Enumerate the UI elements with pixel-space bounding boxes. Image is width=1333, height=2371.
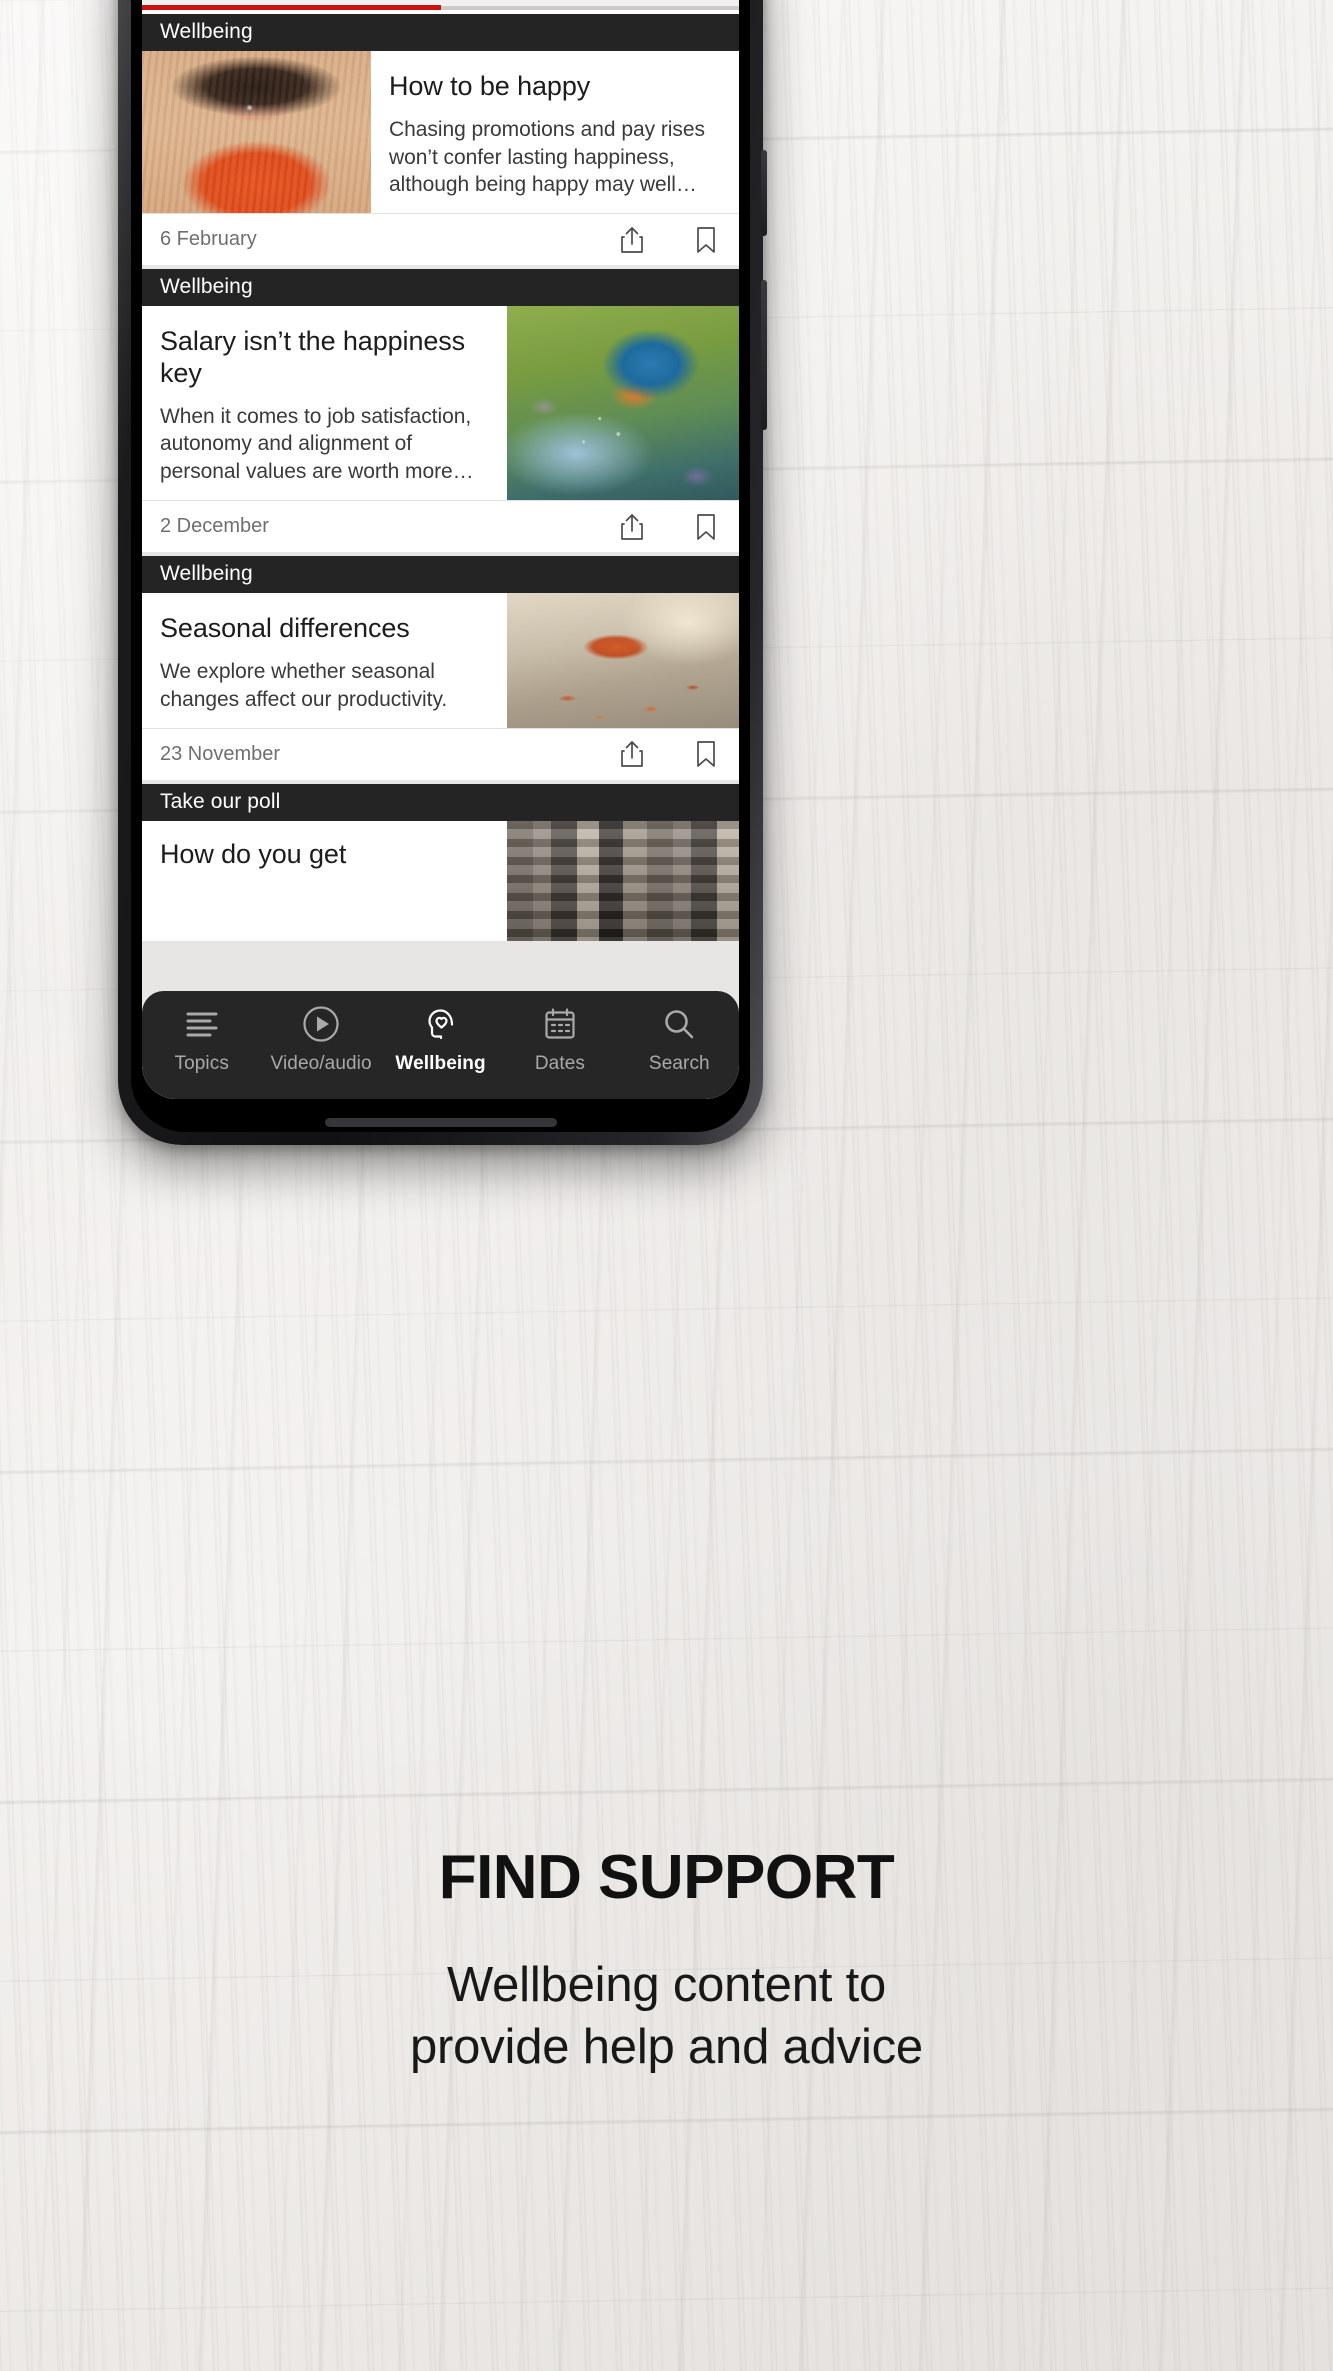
bottom-navigation-bar: Topics Video/audio Wellbeing Dates Searc… xyxy=(142,991,739,1099)
autumn-leaf-photo xyxy=(507,593,739,728)
article-kicker: Wellbeing xyxy=(142,556,739,594)
nav-label-video-audio: Video/audio xyxy=(270,1053,372,1074)
article-card[interactable]: Wellbeing Salary isn’t the happiness key… xyxy=(142,269,739,553)
footer-subtitle: Wellbeing content to provide help and ad… xyxy=(60,1954,1273,2078)
article-standfirst: When it comes to job satisfaction, auton… xyxy=(160,404,474,484)
article-kicker: Wellbeing xyxy=(142,14,739,51)
article-meta-row: 23 November xyxy=(142,727,739,780)
marketing-footer: FIND SUPPORT Wellbeing content to provid… xyxy=(0,1845,1333,2079)
phone-screen: Wellbeing Puzzles Wellbeing How to be ha… xyxy=(142,0,739,1099)
bookmark-icon[interactable] xyxy=(691,224,721,256)
article-standfirst: We explore whether seasonal changes affe… xyxy=(160,659,448,711)
phone-mockup: Wellbeing Puzzles Wellbeing How to be ha… xyxy=(118,0,767,1145)
poll-card[interactable]: Take our poll How do you get xyxy=(142,783,739,941)
topics-icon xyxy=(185,1003,219,1045)
article-card[interactable]: Wellbeing How to be happy Chasing promot… xyxy=(142,14,739,266)
nav-label-wellbeing: Wellbeing xyxy=(395,1053,486,1074)
article-date: 2 December xyxy=(160,515,269,538)
nav-item-video-audio[interactable]: Video/audio xyxy=(261,1003,380,1075)
power-button[interactable] xyxy=(761,150,767,236)
kingfisher-photo xyxy=(507,306,739,501)
poll-headline[interactable]: How do you get xyxy=(160,839,485,871)
poll-kicker: Take our poll xyxy=(142,783,739,821)
play-icon xyxy=(302,1003,340,1045)
volume-button[interactable] xyxy=(761,280,767,430)
wellbeing-icon xyxy=(422,1003,460,1045)
top-tab-bar: Wellbeing Puzzles xyxy=(142,0,739,10)
home-indicator xyxy=(324,1118,557,1127)
article-card[interactable]: Wellbeing Seasonal differences We explor… xyxy=(142,556,739,780)
smiling-woman-photo xyxy=(142,51,371,214)
share-icon[interactable] xyxy=(617,224,647,256)
active-tab-indicator xyxy=(142,5,441,10)
article-date: 23 November xyxy=(160,742,281,765)
article-date: 6 February xyxy=(160,228,257,251)
article-standfirst: Chasing promotions and pay rises won’t c… xyxy=(389,117,705,197)
article-headline[interactable]: Seasonal differences xyxy=(160,613,485,645)
footer-title: FIND SUPPORT xyxy=(438,1843,895,1912)
nav-label-search: Search xyxy=(648,1053,710,1074)
calendar-icon xyxy=(543,1003,577,1045)
article-meta-row: 2 December xyxy=(142,500,739,553)
nav-label-topics: Topics xyxy=(174,1053,229,1074)
share-icon[interactable] xyxy=(617,738,647,770)
hats-photo xyxy=(507,820,739,941)
share-icon[interactable] xyxy=(617,511,647,543)
nav-item-dates[interactable]: Dates xyxy=(500,1003,619,1075)
nav-item-search[interactable]: Search xyxy=(620,1003,739,1075)
article-headline[interactable]: How to be happy xyxy=(389,71,717,103)
bookmark-icon[interactable] xyxy=(691,738,721,770)
footer-subtitle-line-1: Wellbeing content to xyxy=(446,1958,887,2013)
nav-item-wellbeing[interactable]: Wellbeing xyxy=(381,1003,500,1075)
article-kicker: Wellbeing xyxy=(142,269,739,307)
tab-puzzles[interactable]: Puzzles xyxy=(441,0,740,6)
nav-item-topics[interactable]: Topics xyxy=(142,1003,261,1075)
search-icon xyxy=(662,1003,696,1045)
article-meta-row: 6 February xyxy=(142,213,739,266)
bookmark-icon[interactable] xyxy=(691,511,721,543)
footer-subtitle-line-2: provide help and advice xyxy=(410,2020,923,2075)
article-feed[interactable]: Wellbeing How to be happy Chasing promot… xyxy=(142,14,739,1099)
nav-label-dates: Dates xyxy=(534,1053,585,1074)
article-headline[interactable]: Salary isn’t the happiness key xyxy=(160,326,485,389)
